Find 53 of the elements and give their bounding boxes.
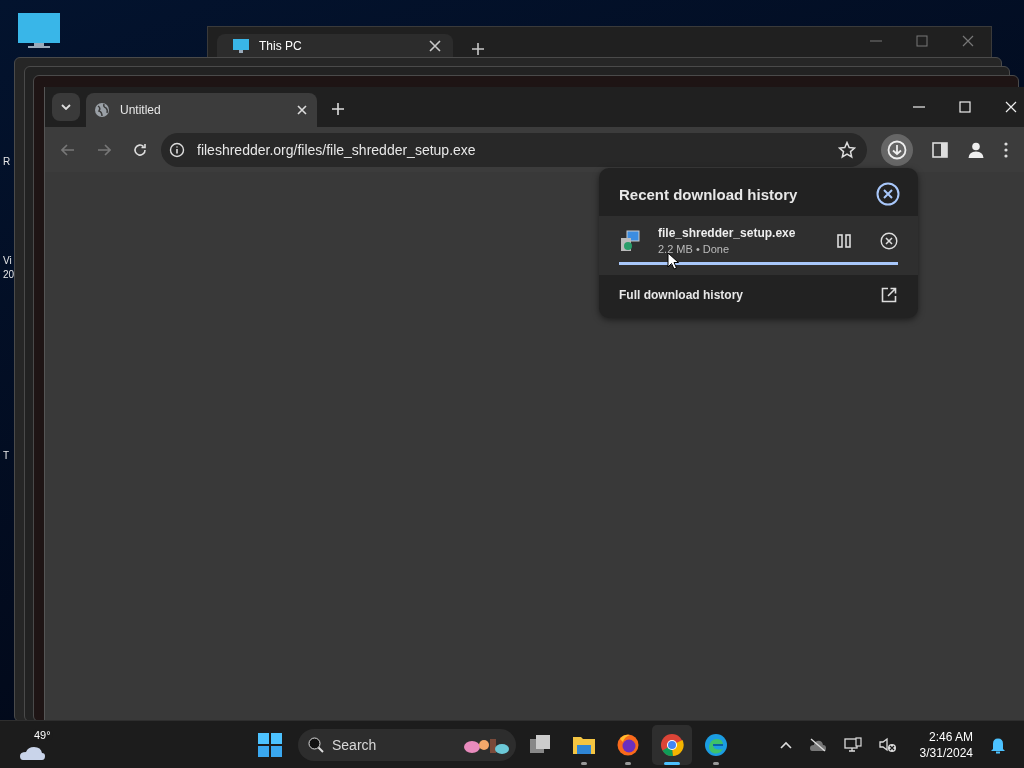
chrome-icon [660,732,684,757]
muted-speaker-icon[interactable] [878,736,897,753]
desktop-icon-label[interactable]: 20 [3,268,15,281]
close-icon[interactable] [429,39,441,52]
side-panel-icon[interactable] [932,141,948,158]
forward-arrow-icon[interactable] [97,143,111,156]
download-button[interactable] [881,133,913,166]
clock[interactable]: 2:46 AM 3/31/2024 [919,728,973,761]
monitor-icon [233,38,249,53]
url-text: fileshredder.org/files/file_shredder_setup.exe [197,141,476,158]
cloud-off-icon[interactable] [808,737,827,752]
search-input[interactable]: Search [332,736,454,753]
cancel-icon[interactable] [880,231,898,250]
full-history-link[interactable]: Full download history [599,275,918,318]
desktop-icon-label[interactable]: Vi [3,254,12,267]
address-bar[interactable]: fileshredder.org/files/file_shredder_setup.exe [161,132,867,167]
tab-search-button[interactable] [52,93,80,121]
menu-icon[interactable] [1004,141,1008,158]
cursor-icon [667,252,679,270]
reload-icon[interactable] [133,142,147,157]
profile-icon[interactable] [967,140,985,159]
edge-icon [704,732,728,757]
close-icon[interactable] [876,182,900,206]
popup-title: Recent download history [619,185,798,203]
monitor-icon[interactable] [17,12,61,50]
download-icon [887,139,907,160]
window-tab[interactable]: This PC [217,34,453,57]
taskbar-app-button[interactable] [652,724,692,765]
plus-icon[interactable] [332,103,344,115]
desktop-icon-label[interactable]: T [3,449,10,462]
pause-icon[interactable] [837,233,851,248]
windows-start-icon[interactable] [258,732,282,757]
info-icon[interactable] [169,141,185,158]
star-icon[interactable] [838,140,856,159]
network-icon[interactable] [843,736,862,753]
open-external-icon [881,287,897,303]
chevron-icon [61,104,71,110]
weather-widget[interactable]: 49° [18,728,58,761]
plus-icon[interactable] [472,43,484,55]
installer-icon [619,229,641,252]
temperature: 49° [32,728,53,741]
tab-title: This PC [259,38,303,53]
globe-icon [94,102,110,118]
firefox-icon [616,732,640,757]
download-item[interactable]: file_shredder_setup.exe 2.2 MB • Done [599,216,918,275]
download-status: 2.2 MB • Done [658,243,731,255]
back-arrow-icon[interactable] [61,143,75,156]
chevron-up-icon[interactable] [779,740,792,749]
desktop-icon-label[interactable]: R [3,155,11,168]
search-bar[interactable]: Search [298,728,516,761]
file-name: file_shredder_setup.exe [658,226,797,240]
search-icon [308,736,324,753]
browser-tab[interactable]: Untitled [86,93,317,127]
